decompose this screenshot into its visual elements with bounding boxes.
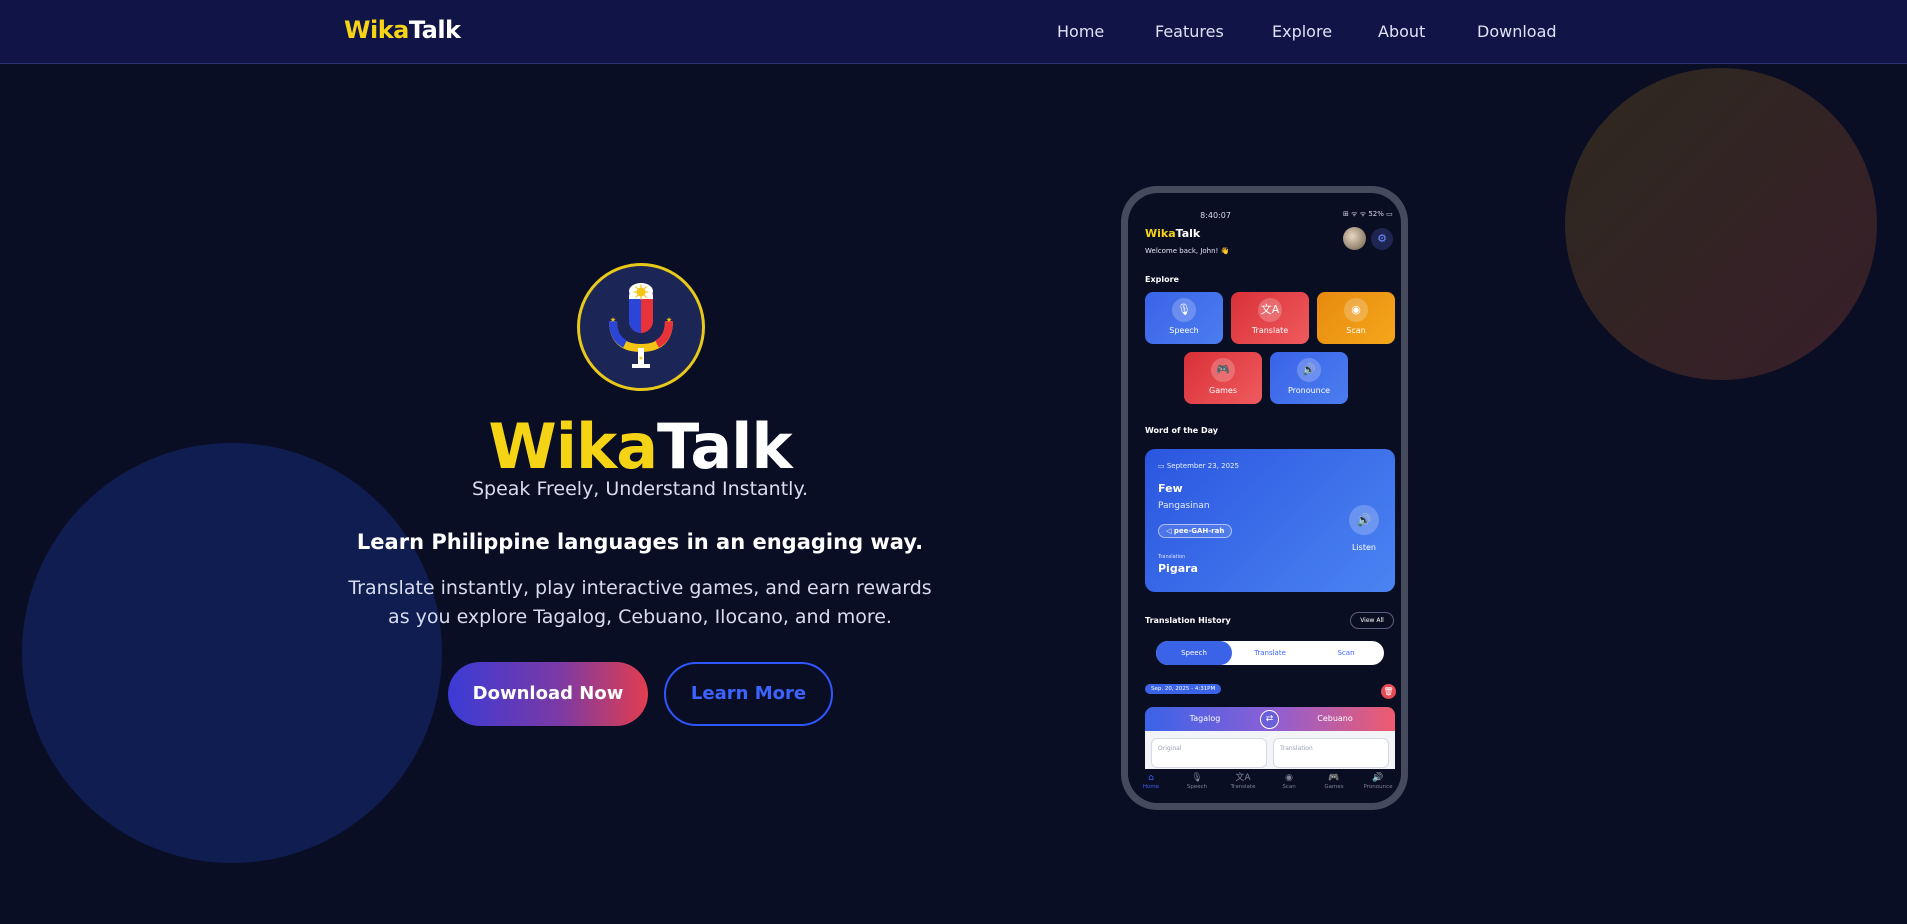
nav-explore[interactable]: Explore <box>1272 22 1332 41</box>
nav-download[interactable]: Download <box>1477 22 1557 41</box>
hero-tagline: Speak Freely, Understand Instantly. <box>471 478 809 500</box>
nav-about[interactable]: About <box>1378 22 1425 41</box>
hero-headline: Learn Philippine languages in an engagin… <box>356 530 924 554</box>
svg-text:★: ★ <box>666 316 672 324</box>
original-field[interactable]: Original <box>1151 738 1267 768</box>
camera-icon: ◉ <box>1344 298 1368 322</box>
status-time: 8:40:07 <box>1200 211 1231 220</box>
site-logo[interactable]: WikaTalk <box>344 16 461 44</box>
translate-icon: 文A <box>1258 298 1282 322</box>
explore-title: Explore <box>1145 275 1179 284</box>
wod-pronunciation: ◁ pee-GAH-rah <box>1158 524 1233 538</box>
wod-date: ▭ September 23, 2025 <box>1158 462 1239 470</box>
translation-history-title: Translation History <box>1145 616 1231 625</box>
delete-trash-icon[interactable]: 🗑 <box>1381 684 1396 699</box>
segment-speech[interactable]: Speech <box>1156 641 1232 665</box>
wod-translation-label: Translation <box>1158 554 1186 560</box>
microphone-icon: 🎙 <box>1191 773 1203 783</box>
listen-speaker-icon[interactable]: 🔊 <box>1349 505 1379 535</box>
history-segmented-control: Speech Translate Scan <box>1156 641 1384 665</box>
wod-language: Pangasinan <box>1158 501 1210 511</box>
svg-text:★: ★ <box>638 355 643 362</box>
wod-word: Few <box>1158 482 1183 495</box>
listen-label[interactable]: Listen <box>1348 543 1380 552</box>
word-of-the-day-card: ▭ September 23, 2025 Few Pangasinan ◁ pe… <box>1145 449 1395 592</box>
gamepad-icon: 🎮 <box>1328 773 1340 783</box>
segment-scan[interactable]: Scan <box>1308 641 1384 665</box>
camera-icon: ◉ <box>1285 773 1293 783</box>
gamepad-icon: 🎮 <box>1211 358 1235 382</box>
nav-home[interactable]: Home <box>1057 22 1104 41</box>
word-of-the-day-title: Word of the Day <box>1145 426 1218 435</box>
settings-gear-icon[interactable]: ⚙ <box>1371 228 1393 250</box>
speaker-icon: 🔊 <box>1372 773 1384 783</box>
history-date-badge: Sep. 20, 2025 - 4:31PM <box>1145 684 1222 694</box>
microphone-icon: 🎙 <box>1172 298 1196 322</box>
wod-translation: Pigara <box>1158 562 1198 575</box>
speaker-icon: ◁ <box>1166 527 1174 535</box>
decorative-circle-right <box>1565 68 1877 380</box>
translation-field[interactable]: Translation <box>1273 738 1389 768</box>
app-logo-icon: ★ ★ ★ <box>577 263 705 391</box>
hero-description: Translate instantly, play interactive ga… <box>348 577 932 628</box>
translate-icon: 文A <box>1235 773 1251 783</box>
phone-screen: 8:40:07 ⊞ ᯤ ᯤ 52% ▭ WikaTalk ⚙ Welcome b… <box>1128 193 1401 803</box>
tile-speech[interactable]: 🎙 Speech <box>1145 292 1223 344</box>
decorative-circle-left <box>22 443 442 863</box>
top-nav: WikaTalk Home Features Explore About Dow… <box>0 0 1907 64</box>
svg-text:★: ★ <box>610 316 616 324</box>
app-logo: WikaTalk <box>1145 227 1201 240</box>
tab-translate[interactable]: 文A Translate <box>1220 773 1266 790</box>
status-icons: ⊞ ᯤ ᯤ 52% ▭ <box>1343 210 1393 218</box>
learn-more-button[interactable]: Learn More <box>664 662 833 726</box>
microphone-flag-icon: ★ ★ ★ <box>609 283 673 368</box>
translation-area: Original Translation <box>1145 731 1395 769</box>
download-now-button[interactable]: Download Now <box>448 662 648 726</box>
bottom-tab-bar: ⌂ Home 🎙 Speech 文A Translate ◉ Scan 🎮 Ga… <box>1128 769 1401 803</box>
hero-title: WikaTalk <box>488 410 792 483</box>
speaker-icon: 🔊 <box>1297 358 1321 382</box>
phone-mockup: 8:40:07 ⊞ ᯤ ᯤ 52% ▭ WikaTalk ⚙ Welcome b… <box>1121 186 1408 810</box>
segment-translate[interactable]: Translate <box>1232 641 1308 665</box>
tile-translate[interactable]: 文A Translate <box>1231 292 1309 344</box>
language-pair-bar: Tagalog ⇄ Cebuano <box>1145 707 1395 731</box>
tab-games[interactable]: 🎮 Games <box>1311 773 1357 790</box>
tile-scan[interactable]: ◉ Scan <box>1317 292 1395 344</box>
avatar[interactable] <box>1343 227 1366 250</box>
tab-scan[interactable]: ◉ Scan <box>1266 773 1312 790</box>
target-language[interactable]: Cebuano <box>1275 707 1395 731</box>
nav-features[interactable]: Features <box>1155 22 1224 41</box>
source-language[interactable]: Tagalog <box>1145 707 1265 731</box>
welcome-text: Welcome back, John! 👋 <box>1145 247 1230 255</box>
tab-speech[interactable]: 🎙 Speech <box>1174 773 1220 790</box>
tile-pronounce[interactable]: 🔊 Pronounce <box>1270 352 1348 404</box>
calendar-icon: ▭ <box>1158 462 1167 470</box>
view-all-button[interactable]: View All <box>1350 612 1394 629</box>
tab-pronounce[interactable]: 🔊 Pronounce <box>1355 773 1401 790</box>
tile-games[interactable]: 🎮 Games <box>1184 352 1262 404</box>
tab-home[interactable]: ⌂ Home <box>1128 773 1174 790</box>
home-icon: ⌂ <box>1148 773 1154 783</box>
